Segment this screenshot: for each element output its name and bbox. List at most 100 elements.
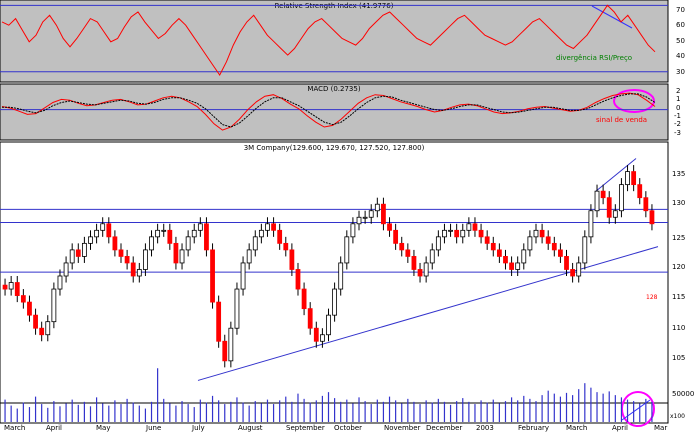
macd-ytick: -2 [674, 120, 681, 128]
candle-body [350, 223, 356, 238]
candle-body [106, 223, 112, 238]
candle-body [594, 190, 600, 212]
candle-body [240, 262, 246, 290]
volume-unit-label: x100 [670, 413, 685, 420]
chart-root: Relative Strength Index (41.9776) MACD (… [0, 0, 700, 432]
x-label: March [566, 424, 587, 432]
price-ytick: 120 [672, 263, 685, 271]
price-title: 3M Company(129.600, 129.670, 127.520, 12… [244, 144, 425, 152]
candle-body [301, 288, 307, 310]
chart-svg: Relative Strength Index (41.9776) MACD (… [0, 0, 694, 432]
candle-body [417, 269, 423, 277]
candle-body [283, 242, 289, 251]
x-label: May [96, 424, 110, 432]
candle-body [69, 249, 75, 264]
candle-body [619, 184, 624, 212]
candle-body [197, 223, 203, 231]
macd-sell-label: sinal de venda [596, 116, 647, 124]
price-ytick: 105 [672, 354, 685, 362]
candle-body [167, 229, 173, 244]
candle-body [332, 288, 338, 316]
candle-body [649, 210, 655, 225]
candle-body [435, 236, 441, 251]
candle-body [588, 210, 594, 238]
candle-body [204, 223, 209, 251]
candle-body [570, 269, 576, 277]
macd-ytick: 2 [676, 87, 680, 95]
candle-body [466, 223, 472, 231]
candle-body [185, 236, 191, 251]
candle-body [94, 229, 99, 238]
price-ytick: 130 [672, 199, 685, 207]
candle-body [637, 184, 643, 199]
candle-body [75, 249, 81, 257]
candle-body [393, 229, 399, 244]
candle-body [319, 334, 325, 342]
candle-body [27, 301, 32, 316]
x-axis-labels: March April May June July August Septemb… [4, 424, 667, 432]
rsi-yticks: 70 60 50 40 30 [676, 6, 685, 76]
candle-body [191, 229, 197, 238]
price-ytick: 110 [672, 324, 685, 332]
candle-body [33, 314, 38, 329]
candle-body [484, 236, 490, 244]
candle-body [313, 327, 319, 342]
candle-body [57, 275, 63, 290]
macd-ytick: 1 [676, 95, 680, 103]
candle-body [130, 262, 136, 277]
candle-body [631, 171, 637, 186]
price-ytick: 125 [672, 234, 685, 242]
candle-body [277, 229, 283, 244]
rsi-ytick: 50 [676, 37, 685, 45]
candle-body [643, 197, 649, 212]
candle-body [143, 249, 148, 270]
rsi-ytick: 30 [676, 68, 685, 76]
candle-body [258, 229, 264, 238]
rsi-title: Relative Strength Index (41.9776) [275, 2, 394, 10]
candle-body [271, 223, 276, 231]
rsi-panel [0, 0, 669, 83]
macd-yticks: 2 1 0 -1 -2 -3 [674, 87, 681, 137]
candle-body [39, 327, 45, 336]
candle-body [14, 282, 20, 296]
x-label: June [145, 424, 161, 432]
x-label: April [46, 424, 62, 432]
candle-body [545, 236, 551, 244]
macd-ytick: 0 [676, 104, 680, 112]
candle-body [496, 249, 502, 257]
candle-body [362, 216, 368, 219]
candle-body [246, 249, 252, 264]
candle-body [289, 249, 295, 270]
candle-body [503, 256, 508, 264]
candle-body [173, 242, 179, 264]
candle-body [51, 288, 57, 323]
candle-body [582, 236, 588, 264]
volume-ytick: 50000 [672, 390, 694, 398]
candle-body [423, 262, 429, 277]
candle-body [112, 236, 118, 251]
x-label: December [426, 424, 462, 432]
candle-body [136, 269, 142, 277]
candle-body [326, 314, 331, 336]
candle-body [155, 229, 161, 238]
candle-body [612, 210, 618, 218]
candle-body [533, 229, 539, 238]
candle-body [63, 262, 69, 277]
candle-body [8, 282, 14, 290]
candle-body [228, 327, 234, 362]
candle-body [2, 284, 8, 290]
candle-body [454, 229, 460, 238]
candle-body [179, 249, 185, 264]
candle-body [222, 340, 228, 362]
x-label: September [286, 424, 325, 432]
candle-body [81, 242, 87, 257]
candle-body [88, 236, 93, 244]
price-ytick: 115 [672, 293, 685, 301]
candle-body [527, 236, 533, 251]
candle-body [429, 249, 435, 264]
candle-body [381, 203, 386, 225]
candle-body [442, 229, 447, 238]
volume-panel [0, 402, 669, 424]
candle-body [45, 321, 51, 336]
candle-body [20, 295, 26, 303]
